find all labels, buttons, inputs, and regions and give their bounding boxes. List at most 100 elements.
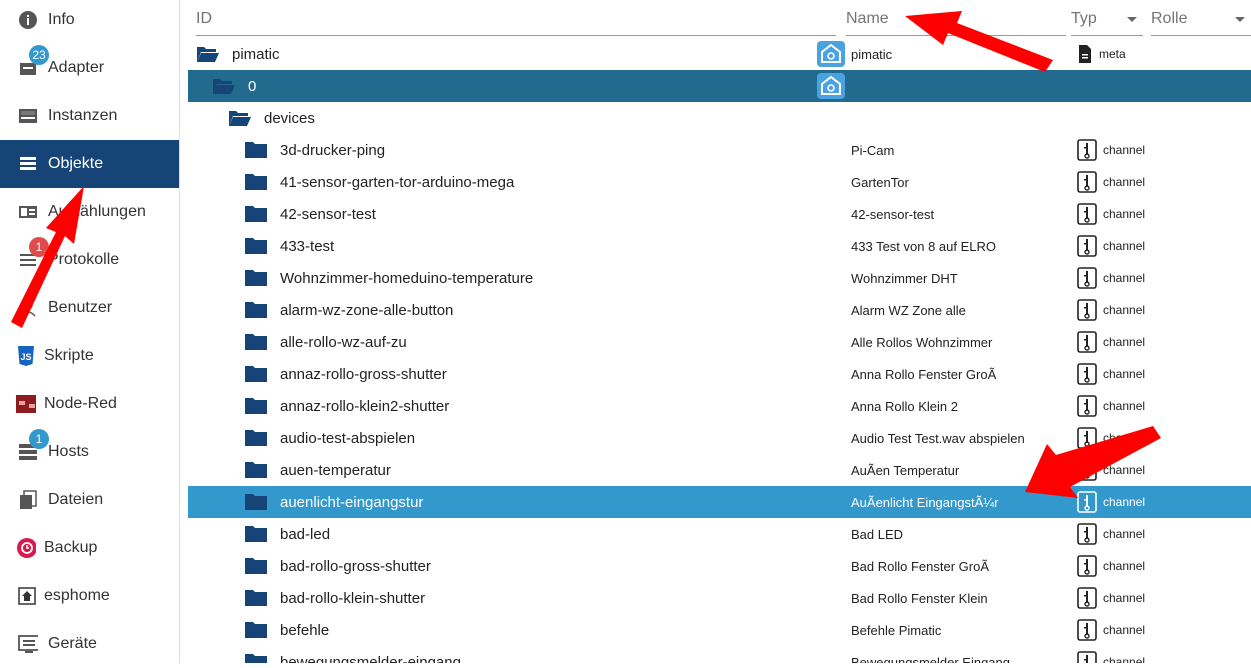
pimatic-adapter-icon	[817, 41, 845, 67]
tree-row-device[interactable]: 41-sensor-garten-tor-arduino-mega Garten…	[188, 166, 1251, 198]
tree-row-devices[interactable]: devices	[188, 102, 1251, 134]
sidebar-item-info[interactable]: Info	[0, 0, 179, 44]
tree-row-device[interactable]: 3d-drucker-ping Pi-Cam channel	[188, 134, 1251, 166]
sidebar-item-label: Backup	[44, 539, 98, 556]
sidebar-item-hosts[interactable]: Hosts	[0, 428, 179, 476]
object-type: channel	[1077, 362, 1145, 386]
channel-icon	[1077, 523, 1097, 545]
object-name: Pi-Cam	[851, 143, 895, 158]
folder-open-icon[interactable]	[228, 108, 252, 128]
js-icon: JS	[16, 346, 36, 366]
folder-icon[interactable]	[244, 396, 268, 416]
object-type-label: channel	[1103, 527, 1146, 541]
folder-open-icon[interactable]	[196, 44, 220, 64]
channel-icon	[1077, 235, 1097, 257]
folder-icon[interactable]	[244, 428, 268, 448]
sidebar-item-label: Adapter	[48, 59, 105, 76]
folder-icon[interactable]	[244, 204, 268, 224]
tree-row-device[interactable]: annaz-rollo-gross-shutter Anna Rollo Fen…	[188, 358, 1251, 390]
tree-row-instance[interactable]: 0	[188, 70, 1251, 102]
folder-open-icon[interactable]	[212, 76, 236, 96]
folder-icon[interactable]	[244, 556, 268, 576]
tree-row-device[interactable]: audio-test-abspielen Audio Test Test.wav…	[188, 422, 1251, 454]
id-filter[interactable]	[196, 4, 836, 36]
tree-row-device[interactable]: bad-rollo-klein-shutter Bad Rollo Fenste…	[188, 582, 1251, 614]
tree-row-device[interactable]: Wohnzimmer-homeduino-temperature Wohnzim…	[188, 262, 1251, 294]
chevron-down-icon[interactable]	[1127, 17, 1137, 22]
name-filter-input[interactable]	[846, 4, 1066, 34]
object-type: channel	[1077, 170, 1145, 194]
type-filter[interactable]	[1071, 4, 1143, 36]
object-id: alarm-wz-zone-alle-button	[280, 302, 454, 319]
channel-icon	[1077, 427, 1097, 449]
folder-icon[interactable]	[244, 620, 268, 640]
logs-error-badge: 1	[29, 237, 49, 257]
folder-icon[interactable]	[244, 492, 268, 512]
object-type-label: channel	[1103, 495, 1146, 509]
folder-icon[interactable]	[244, 460, 268, 480]
tree-row-device[interactable]: 433-test 433 Test von 8 auf ELRO channel	[188, 230, 1251, 262]
object-type: channel	[1077, 330, 1145, 354]
object-name: Anna Rollo Fenster GroÃ	[851, 367, 997, 382]
sidebar-item-objects[interactable]: Objekte	[0, 140, 179, 188]
tree-row-device[interactable]: annaz-rollo-klein2-shutter Anna Rollo Kl…	[188, 390, 1251, 422]
id-filter-input[interactable]	[196, 4, 836, 34]
object-id: auenlicht-eingangstur	[280, 494, 424, 511]
sidebar-item-files[interactable]: Dateien	[0, 476, 179, 524]
tree-row-device[interactable]: alle-rollo-wz-auf-zu Alle Rollos Wohnzim…	[188, 326, 1251, 358]
sidebar-item-devices[interactable]: Geräte	[0, 620, 179, 668]
sidebar-item-backup[interactable]: Backup	[0, 524, 179, 572]
object-type: channel	[1077, 298, 1145, 322]
sidebar-item-adapter[interactable]: Adapter	[0, 44, 179, 92]
object-type-label: channel	[1103, 623, 1146, 637]
chevron-down-icon[interactable]	[1235, 17, 1245, 22]
objects-icon	[18, 154, 38, 174]
channel-icon	[1077, 203, 1097, 225]
tree-row-device[interactable]: bad-rollo-gross-shutter Bad Rollo Fenste…	[188, 550, 1251, 582]
folder-icon[interactable]	[244, 652, 268, 663]
sidebar-item-logs[interactable]: Protokolle	[0, 236, 179, 284]
name-filter[interactable]	[846, 4, 1066, 36]
folder-icon[interactable]	[244, 364, 268, 384]
object-type-label: channel	[1103, 399, 1146, 413]
channel-icon	[1077, 555, 1097, 577]
object-id: 433-test	[280, 238, 335, 255]
tree-row-device[interactable]: 42-sensor-test 42-sensor-test channel	[188, 198, 1251, 230]
object-type: channel	[1077, 618, 1145, 642]
folder-icon[interactable]	[244, 524, 268, 544]
object-name: pimatic	[851, 47, 893, 62]
sidebar-item-instances[interactable]: Instanzen	[0, 92, 179, 140]
channel-icon	[1077, 619, 1097, 641]
folder-icon[interactable]	[244, 588, 268, 608]
folder-icon[interactable]	[244, 332, 268, 352]
object-id: bad-rollo-gross-shutter	[280, 558, 431, 575]
tree-row-device[interactable]: auenlicht-eingangstur AuÃenlicht Eingang…	[188, 486, 1251, 518]
tree-row-root[interactable]: pimatic pimatic meta	[188, 38, 1251, 70]
sidebar-item-label: Geräte	[48, 635, 97, 652]
object-name: Bad Rollo Fenster GroÃ	[851, 559, 990, 574]
tree-row-device[interactable]: bewegungsmelder-eingang Bewegungsmelder …	[188, 646, 1251, 663]
sidebar-item-enums[interactable]: Aufzählungen	[0, 188, 179, 236]
tree-row-device[interactable]: auen-temperatur AuÃen Temperatur channel	[188, 454, 1251, 486]
sidebar-item-esphome[interactable]: esphome	[0, 572, 179, 620]
tree-row-device[interactable]: befehle Befehle Pimatic channel	[188, 614, 1251, 646]
object-type-label: channel	[1103, 239, 1146, 253]
channel-icon	[1077, 267, 1097, 289]
folder-icon[interactable]	[244, 300, 268, 320]
object-type-label: channel	[1103, 143, 1146, 157]
folder-icon[interactable]	[244, 140, 268, 160]
tree-row-device[interactable]: bad-led Bad LED channel	[188, 518, 1251, 550]
role-filter[interactable]	[1151, 4, 1251, 36]
object-type-label: channel	[1103, 175, 1146, 189]
folder-icon[interactable]	[244, 236, 268, 256]
object-name: Wohnzimmer DHT	[851, 271, 958, 286]
files-icon	[18, 490, 38, 510]
folder-icon[interactable]	[244, 268, 268, 288]
tree-row-device[interactable]: alarm-wz-zone-alle-button Alarm WZ Zone …	[188, 294, 1251, 326]
sidebar-item-scripts[interactable]: JS Skripte	[0, 332, 179, 380]
sidebar-item-node-red[interactable]: Node-Red	[0, 380, 179, 428]
adapter-update-badge: 23	[29, 45, 49, 65]
sidebar-item-users[interactable]: Benutzer	[0, 284, 179, 332]
channel-icon	[1077, 139, 1097, 161]
folder-icon[interactable]	[244, 172, 268, 192]
